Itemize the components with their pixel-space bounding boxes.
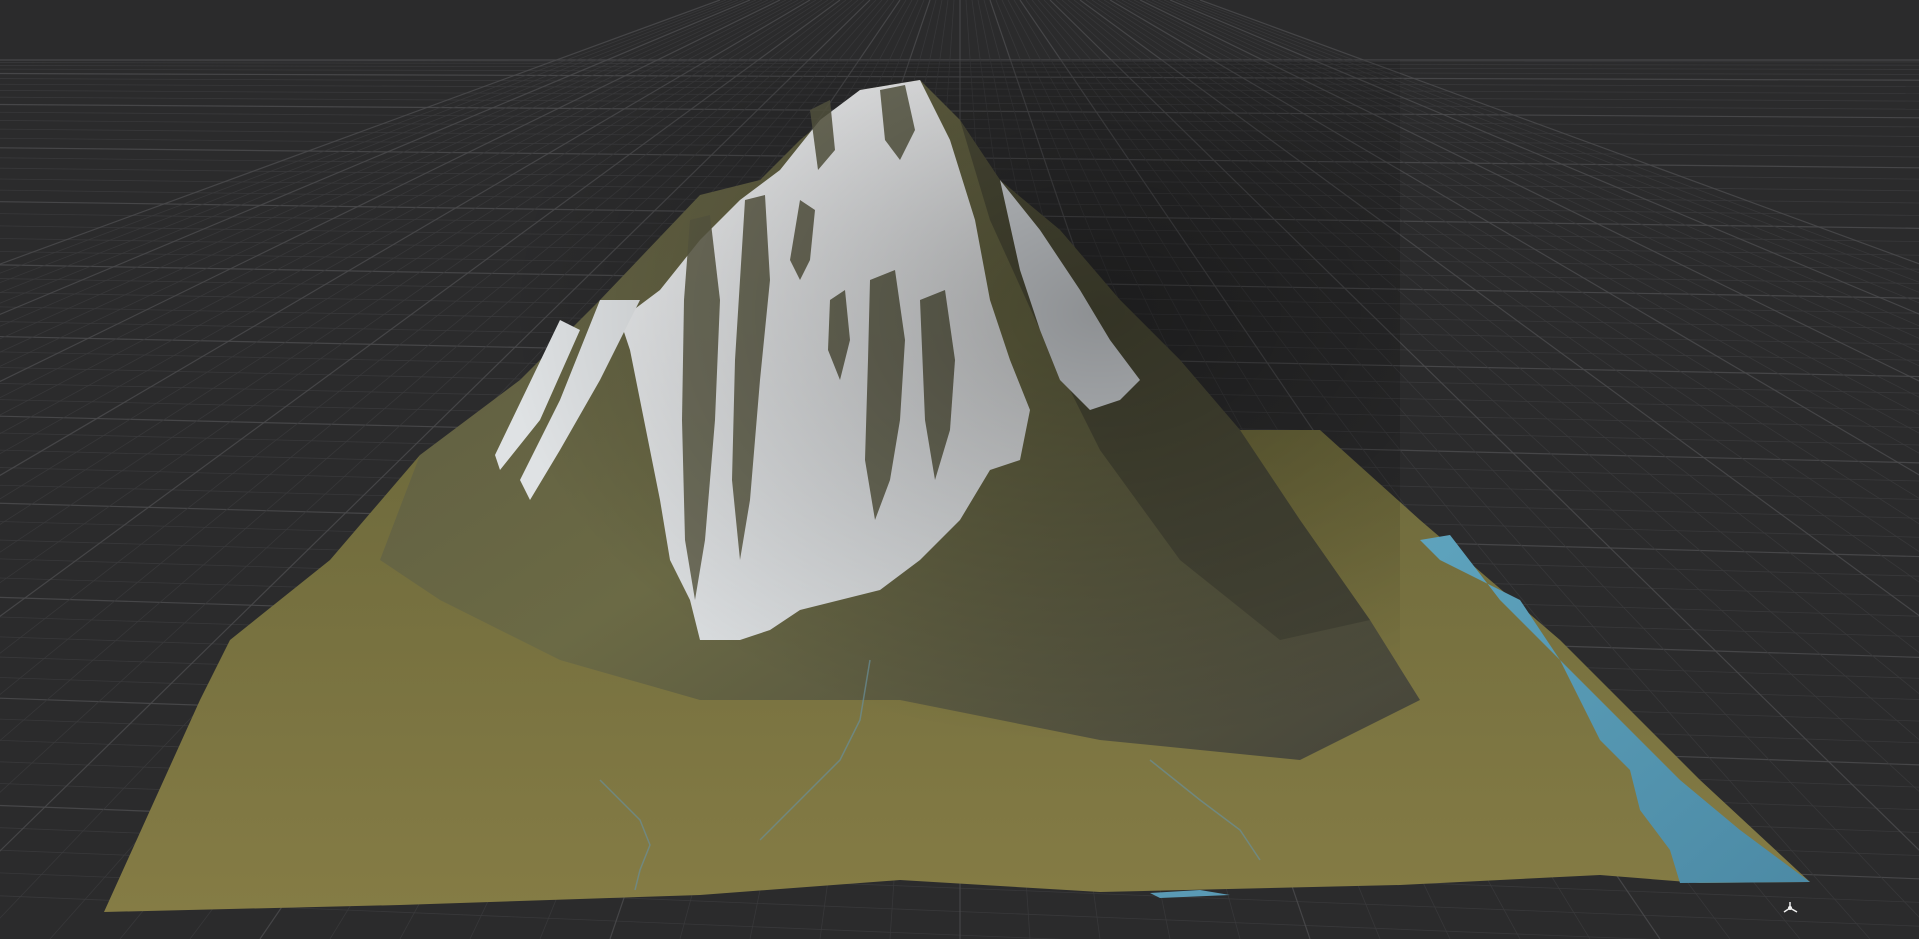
axis-gizmo-icon[interactable] xyxy=(1783,902,1798,913)
water-bay xyxy=(1150,890,1230,898)
3d-viewport[interactable] xyxy=(0,0,1919,939)
terrain-mesh xyxy=(104,60,1810,912)
